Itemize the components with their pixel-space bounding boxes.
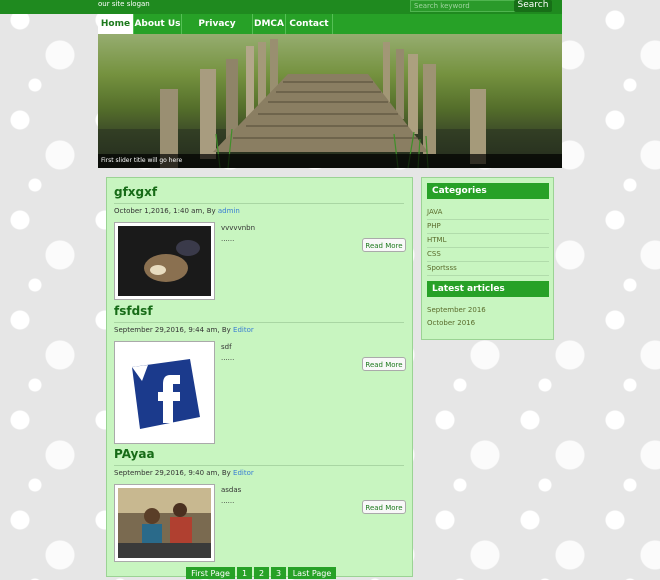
pagination: First Page 1 2 3 Last Page [186, 567, 336, 579]
slider-caption[interactable]: First slider title will go here [98, 154, 562, 168]
post-meta: September 29,2016, 9:40 am, By Editor [114, 469, 254, 477]
latest-articles-title: Latest articles [427, 281, 549, 297]
post-author-link[interactable]: Editor [233, 469, 254, 477]
read-more-button[interactable]: Read More [362, 357, 406, 371]
post-thumbnail[interactable] [114, 341, 215, 444]
category-link[interactable]: PHP [427, 219, 549, 234]
archive-link[interactable]: September 2016 [427, 304, 549, 317]
categories-title: Categories [427, 183, 549, 199]
nav-about-us[interactable]: About Us [134, 14, 182, 34]
post-excerpt: sdf ...... [221, 343, 235, 362]
facebook-logo-image [118, 345, 211, 440]
archive-link[interactable]: October 2016 [427, 317, 549, 330]
post-thumbnail[interactable] [114, 484, 215, 562]
post-excerpt: vvvvvnbn ...... [221, 224, 256, 243]
sidebar: Categories JAVA PHP HTML CSS Sportsss La… [421, 177, 554, 340]
post-date: September 29,2016, 9:40 am, [114, 469, 220, 477]
post-thumbnail[interactable] [114, 222, 215, 300]
read-more-button[interactable]: Read More [362, 500, 406, 514]
nav-home[interactable]: Home [98, 14, 134, 34]
category-link[interactable]: Sportsss [427, 261, 549, 276]
page-3-button[interactable]: 3 [271, 567, 286, 579]
site-slogan: our site slogan [98, 0, 150, 8]
search-button[interactable]: Search [514, 0, 552, 12]
nav-contact[interactable]: Contact [286, 14, 333, 34]
post-excerpt: asdas ...... [221, 486, 242, 505]
post-by: By [221, 326, 231, 334]
divider [114, 465, 404, 466]
page-1-button[interactable]: 1 [237, 567, 252, 579]
divider [114, 322, 404, 323]
category-link[interactable]: CSS [427, 247, 549, 262]
category-link[interactable]: HTML [427, 233, 549, 248]
post-author-link[interactable]: admin [218, 207, 240, 215]
nav-dmca[interactable]: DMCA [253, 14, 286, 34]
search-input[interactable]: Search keyword [410, 0, 517, 12]
first-page-button[interactable]: First Page [186, 567, 235, 579]
last-page-button[interactable]: Last Page [288, 567, 336, 579]
main-nav: Home About Us Privacy Policy DMCA Contac… [98, 14, 562, 49]
post-title[interactable]: gfxgxf [114, 185, 157, 199]
post-by: By [206, 207, 216, 215]
post-author-link[interactable]: Editor [233, 326, 254, 334]
slider-image [98, 39, 562, 168]
nav-privacy-policy[interactable]: Privacy Policy [182, 14, 253, 49]
post-by: By [221, 469, 231, 477]
post-meta: September 29,2016, 9:44 am, By Editor [114, 326, 254, 334]
divider [114, 203, 404, 204]
post-date: October 1,2016, 1:40 am, [114, 207, 205, 215]
category-link[interactable]: JAVA [427, 205, 549, 220]
image-slider[interactable]: First slider title will go here [98, 34, 562, 168]
post-image [118, 226, 211, 296]
posts-panel: gfxgxf October 1,2016, 1:40 am, By admin… [106, 177, 413, 577]
page-2-button[interactable]: 2 [254, 567, 269, 579]
post-date: September 29,2016, 9:44 am, [114, 326, 220, 334]
post-meta: October 1,2016, 1:40 am, By admin [114, 207, 240, 215]
read-more-button[interactable]: Read More [362, 238, 406, 252]
post-title[interactable]: PAyaa [114, 447, 155, 461]
post-image [118, 488, 211, 558]
post-title[interactable]: fsfdsf [114, 304, 153, 318]
